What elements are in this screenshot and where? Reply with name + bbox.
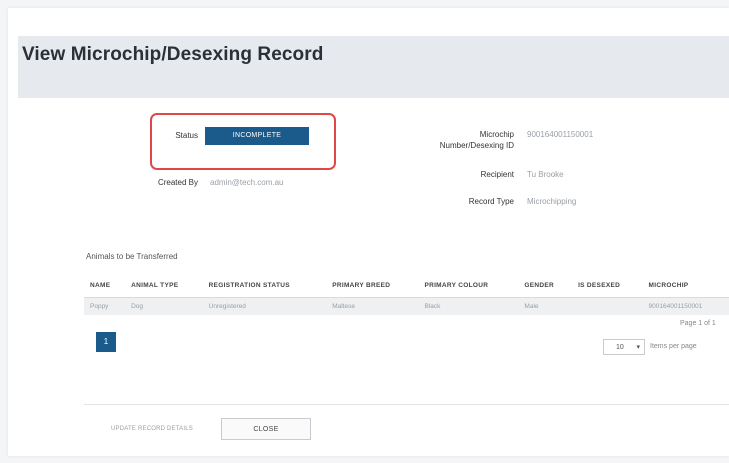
cell-primary-colour: Black [418,297,519,315]
animals-section-title: Animals to be Transferred [86,252,178,261]
column-header-registration-status[interactable]: REGISTRATION STATUS [202,274,327,298]
page-title: View Microchip/Desexing Record [22,44,324,65]
microchip-label-line2: Number/Desexing ID [439,141,514,150]
column-header-name[interactable]: NAME [84,274,126,298]
items-per-page-label: Items per page [650,343,697,350]
page-panel: View Microchip/Desexing Record Status IN… [8,8,729,456]
column-header-primary-colour[interactable]: PRIMARY COLOUR [418,274,519,298]
page-info: Page 1 of 1 [680,320,716,327]
cell-name: Poppy [84,297,126,315]
table-row[interactable]: Poppy Dog Unregistered Maltese Black Mal… [84,297,729,315]
cell-primary-breed: Maltese [326,297,419,315]
created-by-value: admin@tech.com.au [210,178,284,187]
update-record-button[interactable]: UPDATE RECORD DETAILS [90,418,214,440]
microchip-label-line1: Microchip [479,130,514,139]
microchip-value: 900164001150001 [527,130,594,139]
page-header: View Microchip/Desexing Record [18,36,729,98]
animals-table: NAME ANIMAL TYPE REGISTRATION STATUS PRI… [84,274,729,315]
column-header-is-desexed[interactable]: IS DESEXED [572,274,643,298]
cell-microchip: 900164001150001 [642,297,729,315]
close-button[interactable]: CLOSE [221,418,311,440]
items-per-page-value: 10 [616,344,624,351]
table-header-row: NAME ANIMAL TYPE REGISTRATION STATUS PRI… [84,274,729,298]
record-type-label: Record Type [468,197,514,206]
created-by-label: Created By [157,178,198,187]
items-per-page-select[interactable]: 10 ▾ [603,339,645,355]
record-type-value: Microchipping [527,197,577,206]
column-header-gender[interactable]: GENDER [518,274,573,298]
cell-registration-status: Unregistered [202,297,327,315]
footer-divider [84,404,729,405]
cell-is-desexed [572,297,643,315]
status-label: Status [175,131,198,140]
cell-gender: Male [518,297,573,315]
recipient-label: Recipient [480,170,514,179]
chevron-down-icon: ▾ [636,344,640,351]
column-header-microchip[interactable]: MICROCHIP [642,274,729,298]
page-1-button[interactable]: 1 [96,332,116,352]
column-header-animal-type[interactable]: ANIMAL TYPE [125,274,203,298]
column-header-primary-breed[interactable]: PRIMARY BREED [326,274,419,298]
recipient-value: Tu Brooke [527,170,564,179]
cell-animal-type: Dog [125,297,203,315]
status-badge: INCOMPLETE [205,127,309,145]
